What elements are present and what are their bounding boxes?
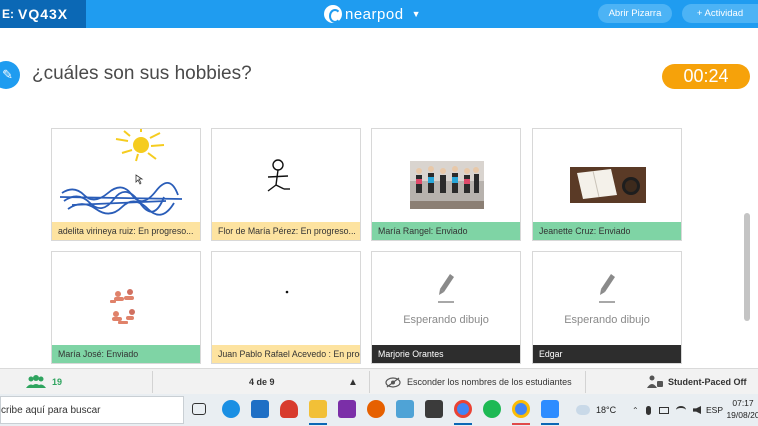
nearpod-logo-text: nearpod bbox=[345, 5, 404, 23]
eye-icon bbox=[385, 376, 401, 388]
active-indicator bbox=[512, 423, 530, 425]
response-card-label: Edgar bbox=[533, 345, 681, 363]
language-indicator[interactable]: ESP bbox=[706, 394, 723, 426]
drawing-small-figures bbox=[110, 289, 135, 324]
session-code-prefix: E: bbox=[2, 7, 14, 21]
firefox-icon[interactable] bbox=[367, 400, 385, 418]
response-card-label: Flor de María Pérez: En progreso... bbox=[212, 222, 360, 240]
nearpod-logo-icon bbox=[324, 5, 342, 23]
toolbar-divider bbox=[369, 371, 370, 393]
taskbar-search-placeholder: cribe aquí para buscar bbox=[1, 404, 101, 416]
file-explorer-icon[interactable] bbox=[309, 400, 327, 418]
paint-icon[interactable] bbox=[280, 400, 298, 418]
drawing-dot bbox=[285, 290, 289, 294]
response-card[interactable]: Esperando dibujo Edgar bbox=[532, 251, 682, 364]
response-card[interactable]: adelita virineya ruiz: En progreso... bbox=[51, 128, 201, 241]
student-paced-icon bbox=[647, 375, 663, 388]
response-card[interactable]: Esperando dibujo Marjorie Orantes bbox=[371, 251, 521, 364]
bottom-toolbar: 19 4 de 9 ▲ Esconder los nombres de los … bbox=[0, 368, 758, 394]
hide-names-label: Esconder los nombres de los estudiantes bbox=[407, 377, 572, 387]
response-card-label: adelita virineya ruiz: En progreso... bbox=[52, 222, 200, 240]
response-card[interactable]: María Rangel: Enviado bbox=[371, 128, 521, 241]
students-icon bbox=[26, 375, 46, 388]
tray-icons bbox=[646, 394, 709, 426]
toolbar-divider bbox=[585, 371, 586, 393]
students-count: 19 bbox=[52, 377, 63, 387]
drawing-stick-figure bbox=[267, 159, 290, 192]
taskbar-search-input[interactable]: cribe aquí para buscar bbox=[0, 396, 184, 424]
toolbar-divider bbox=[152, 371, 153, 393]
clock[interactable]: 07:17 19/08/20 bbox=[726, 397, 758, 421]
active-indicator bbox=[454, 423, 472, 425]
response-card-label: María Rangel: Enviado bbox=[372, 222, 520, 240]
chrome-profile-icon[interactable] bbox=[512, 400, 530, 418]
hide-names-button[interactable]: Esconder los nombres de los estudiantes bbox=[385, 369, 572, 395]
top-bar: E: VQ43X nearpod ▼ Abrir Pizarra + Activ… bbox=[0, 0, 758, 28]
clock-date: 19/08/20 bbox=[726, 410, 758, 420]
response-card-label: Jeanette Cruz: Enviado bbox=[533, 222, 681, 240]
mic-icon[interactable] bbox=[646, 405, 651, 415]
waiting-placeholder: Esperando dibujo bbox=[533, 252, 681, 345]
chevron-up-icon[interactable]: ⌃ bbox=[632, 394, 639, 426]
active-indicator bbox=[541, 423, 559, 425]
students-button[interactable]: 19 bbox=[26, 369, 62, 395]
edge-icon[interactable] bbox=[222, 400, 240, 418]
response-card[interactable]: María José: Enviado bbox=[51, 251, 201, 364]
photo-dance-class bbox=[410, 161, 484, 209]
spotify-icon[interactable] bbox=[483, 400, 501, 418]
response-card[interactable]: Jeanette Cruz: Enviado bbox=[532, 128, 682, 241]
grid-scrollbar[interactable] bbox=[744, 213, 750, 321]
active-indicator bbox=[309, 423, 327, 425]
response-card-label: Juan Pablo Rafael Acevedo : En progreso.… bbox=[212, 345, 360, 363]
add-activity-button[interactable]: + Actividad bbox=[682, 4, 758, 23]
chrome-icon[interactable] bbox=[454, 400, 472, 418]
weather-widget[interactable]: 18°C bbox=[576, 394, 616, 426]
zoom-icon[interactable] bbox=[541, 400, 559, 418]
response-card-label: María José: Enviado bbox=[52, 345, 200, 363]
drawing-sun-waves bbox=[59, 129, 183, 216]
question-text: ¿cuáles son sus hobbies? bbox=[32, 63, 252, 84]
waiting-text: Esperando dibujo bbox=[564, 313, 650, 326]
mail-icon[interactable] bbox=[251, 400, 269, 418]
calculator-icon[interactable] bbox=[425, 400, 443, 418]
response-card-label: Marjorie Orantes bbox=[372, 345, 520, 363]
chevron-up-icon: ▲ bbox=[348, 376, 358, 388]
response-card[interactable]: Juan Pablo Rafael Acevedo : En progreso.… bbox=[211, 251, 361, 364]
session-code-box[interactable]: E: VQ43X bbox=[0, 0, 86, 28]
pencil-icon: ✎ bbox=[0, 61, 20, 89]
student-paced-label: Student-Paced Off bbox=[668, 377, 747, 387]
timer[interactable]: 00:24 bbox=[662, 64, 750, 89]
pencil-icon bbox=[599, 273, 615, 303]
app-icon[interactable] bbox=[396, 400, 414, 418]
weather-icon bbox=[576, 405, 590, 415]
pencil-icon bbox=[438, 273, 454, 303]
windows-taskbar: cribe aquí para buscar 18°C ⌃ ESP 07:17 … bbox=[0, 394, 758, 426]
open-board-button[interactable]: Abrir Pizarra bbox=[598, 4, 672, 23]
waiting-placeholder: Esperando dibujo bbox=[372, 252, 520, 345]
volume-icon[interactable] bbox=[693, 406, 701, 414]
photo-book-coffee bbox=[570, 167, 646, 203]
temperature: 18°C bbox=[596, 405, 617, 415]
session-code: VQ43X bbox=[18, 6, 69, 22]
clock-time: 07:17 bbox=[732, 398, 754, 408]
wifi-icon[interactable] bbox=[676, 406, 686, 414]
onenote-icon[interactable] bbox=[338, 400, 356, 418]
response-card[interactable]: Flor de María Pérez: En progreso... bbox=[211, 128, 361, 241]
battery-icon[interactable] bbox=[659, 406, 669, 414]
student-paced-toggle[interactable]: Student-Paced Off bbox=[646, 369, 747, 395]
pager-toggle-button[interactable]: ▲ bbox=[348, 369, 358, 395]
waiting-text: Esperando dibujo bbox=[403, 313, 489, 326]
task-view-icon[interactable] bbox=[192, 403, 206, 415]
page-indicator: 4 de 9 bbox=[249, 377, 275, 387]
chevron-down-icon: ▼ bbox=[411, 9, 421, 19]
nearpod-logo[interactable]: nearpod ▼ bbox=[324, 4, 420, 24]
